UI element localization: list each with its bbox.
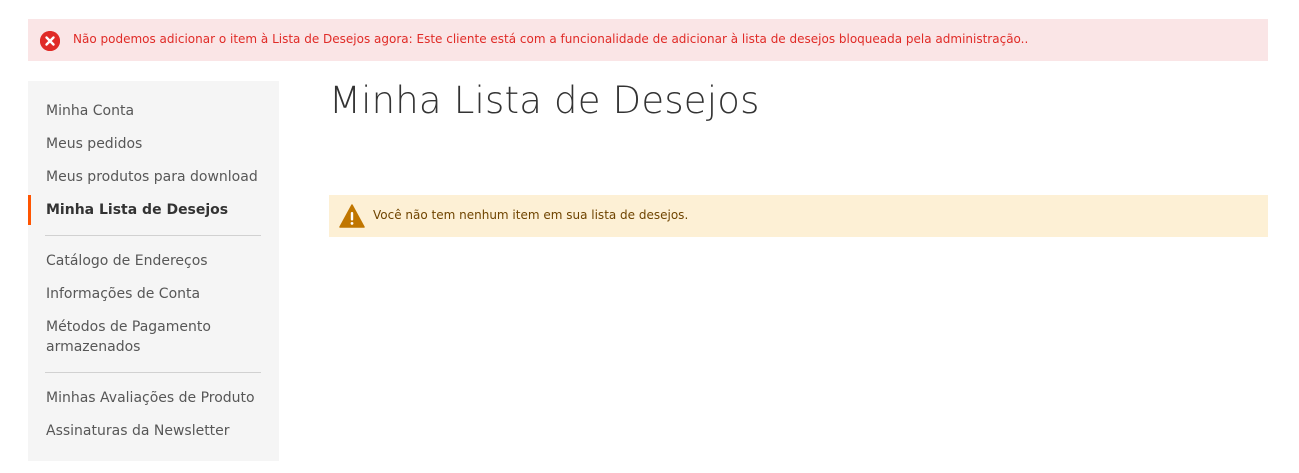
sidebar-item-meus-produtos-download[interactable]: Meus produtos para download <box>46 167 258 187</box>
sidebar-item-catalogo-enderecos[interactable]: Catálogo de Endereços <box>46 251 208 271</box>
sidebar-item-meus-pedidos[interactable]: Meus pedidos <box>46 134 142 154</box>
sidebar-item-minha-conta[interactable]: Minha Conta <box>46 101 134 121</box>
sidebar-divider <box>45 235 261 236</box>
warning-icon <box>339 204 365 228</box>
sidebar-divider <box>45 372 261 373</box>
sidebar-item-assinaturas-newsletter[interactable]: Assinaturas da Newsletter <box>46 421 230 441</box>
sidebar-item-informacoes-conta[interactable]: Informações de Conta <box>46 284 200 304</box>
account-sidebar-nav: Minha Conta Meus pedidos Meus produtos p… <box>28 81 279 461</box>
sidebar-item-metodos-pagamento[interactable]: Métodos de Pagamento armazenados <box>46 317 246 357</box>
sidebar-item-minha-lista-desejos: Minha Lista de Desejos <box>46 202 229 218</box>
error-x-icon <box>40 31 60 51</box>
current-item-indicator <box>28 195 31 225</box>
empty-wishlist-notice: Você não tem nenhum item em sua lista de… <box>329 195 1268 237</box>
error-message-text: Não podemos adicionar o item à Lista de … <box>73 32 1029 46</box>
error-message: Não podemos adicionar o item à Lista de … <box>28 19 1268 61</box>
sidebar-item-minhas-avaliacoes[interactable]: Minhas Avaliações de Produto <box>46 388 255 408</box>
page-title: Minha Lista de Desejos <box>329 79 760 122</box>
notice-text: Você não tem nenhum item em sua lista de… <box>373 208 689 222</box>
